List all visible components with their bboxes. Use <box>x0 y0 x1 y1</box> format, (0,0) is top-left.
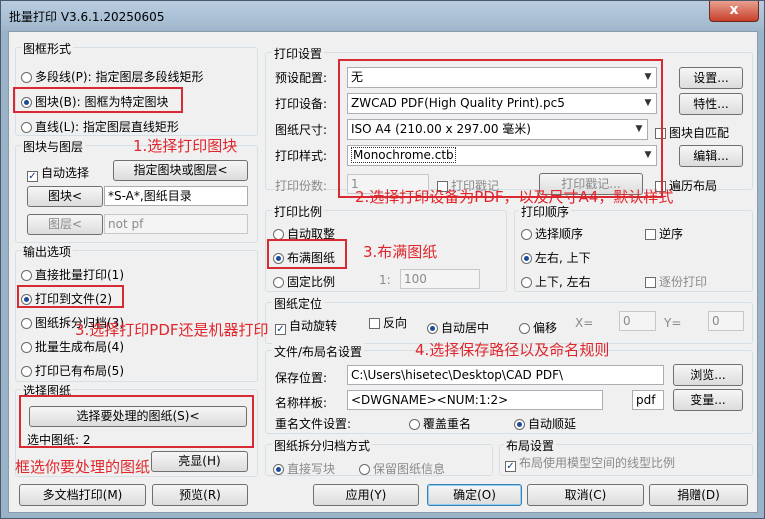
layer-name-input[interactable]: not pf <box>104 214 248 234</box>
annotation-box-print-settings <box>338 59 663 198</box>
block-match-checkbox[interactable]: 图块自匹配 <box>655 124 729 141</box>
reverse-checkbox[interactable]: 逆序 <box>645 225 683 242</box>
annotation-box-print-to-file <box>17 285 124 308</box>
y-offset-input[interactable]: 0 <box>708 311 744 331</box>
frame-line-radio[interactable]: 直线(L): 指定图层直线矩形 <box>21 118 179 135</box>
auto-increment-radio[interactable]: 自动顺延 <box>514 415 576 432</box>
extension-input[interactable]: pdf <box>632 390 664 410</box>
print-settings-title: 打印设置 <box>272 45 325 62</box>
top-bottom-left-right-radio[interactable]: 上下, 左右 <box>521 273 591 290</box>
flip-checkbox[interactable]: 反向 <box>369 314 407 331</box>
specify-block-layer-button[interactable]: 指定图块或图层< <box>113 160 248 181</box>
highlight-button[interactable]: 亮显(H) <box>151 451 248 472</box>
ratio-label: 1: <box>379 273 391 287</box>
annotation-step-1: 1.选择打印图块 <box>133 137 238 155</box>
direct-print-radio[interactable]: 直接批量打印(1) <box>21 266 124 283</box>
split-mode-title: 图纸拆分归档方式 <box>272 437 373 454</box>
y-label: Y= <box>664 316 682 330</box>
fixed-scale-radio[interactable]: 固定比例 <box>273 273 335 290</box>
apply-button[interactable]: 应用(Y) <box>313 484 419 506</box>
preset-label: 预设配置: <box>275 71 328 85</box>
save-location-input[interactable]: C:\Users\hisetec\Desktop\CAD PDF\ <box>347 365 664 385</box>
name-template-input[interactable]: <DWGNAME><NUM:1:2> <box>347 390 603 410</box>
copies-label: 打印份数: <box>275 179 328 193</box>
close-button[interactable]: x <box>709 1 759 22</box>
x-label: X= <box>575 316 594 330</box>
browse-button[interactable]: 浏览... <box>673 364 743 386</box>
layer-pick-button[interactable]: 图层< <box>27 214 103 235</box>
annotation-box-select-sheets <box>19 395 254 448</box>
print-scale-title: 打印比例 <box>272 203 325 220</box>
left-right-top-bottom-radio[interactable]: 左右, 上下 <box>521 249 591 266</box>
annotation-step-5: 框选你要处理的图纸 <box>15 458 151 476</box>
batch-layout-radio[interactable]: 批量生成布局(4) <box>21 338 124 355</box>
one-by-one-checkbox[interactable]: 逐份打印 <box>645 273 707 290</box>
auto-select-checkbox[interactable]: ✓ 自动选择 <box>27 164 89 182</box>
output-options-title: 输出选项 <box>21 243 74 260</box>
block-pick-button[interactable]: 图块< <box>27 186 103 207</box>
annotation-box-block <box>13 87 183 113</box>
donate-button[interactable]: 捐赠(D) <box>649 484 748 506</box>
ok-button[interactable]: 确定(O) <box>427 484 522 506</box>
dialog-client: 图框形式 多段线(P): 指定图层多段线矩形 图块(B): 图框为特定图块 直线… <box>8 31 758 513</box>
name-template-label: 名称样板: <box>275 396 328 410</box>
dialog-window: 批量打印 V3.6.1.20250605 x 图框形式 多段线(P): 指定图层… <box>0 0 765 519</box>
annotation-box-fill <box>267 239 347 269</box>
auto-rotate-checkbox[interactable]: ✓ 自动旋转 <box>275 317 337 335</box>
layout-settings-title: 布局设置 <box>504 437 557 454</box>
variables-button[interactable]: 变量... <box>673 389 743 411</box>
ratio-input[interactable]: 100 <box>400 269 480 289</box>
offset-radio[interactable]: 偏移 <box>519 319 557 336</box>
setup-button[interactable]: 设置... <box>679 67 743 89</box>
annotation-step-4: 4.选择保存路径以及命名规则 <box>415 341 610 359</box>
multi-document-print-button[interactable]: 多文档打印(M) <box>19 484 146 506</box>
rename-label: 重名文件设置: <box>275 417 352 431</box>
keep-info-radio[interactable]: 保留图纸信息 <box>359 460 445 477</box>
select-order-radio[interactable]: 选择顺序 <box>521 225 583 242</box>
style-label: 打印样式: <box>275 149 328 163</box>
save-location-label: 保存位置: <box>275 371 328 385</box>
edit-button[interactable]: 编辑... <box>679 145 743 167</box>
preview-button[interactable]: 预览(R) <box>152 484 248 506</box>
block-name-input[interactable]: *S-A*,图纸目录 <box>104 186 248 206</box>
title-bar: 批量打印 V3.6.1.20250605 x <box>1 1 764 31</box>
cancel-button[interactable]: 取消(C) <box>527 484 644 506</box>
block-layer-title: 图块与图层 <box>21 138 86 155</box>
print-layout-radio[interactable]: 打印已有布局(5) <box>21 362 124 379</box>
positioning-title: 图纸定位 <box>272 295 325 312</box>
frame-form-title: 图框形式 <box>21 40 74 57</box>
window-title: 批量打印 V3.6.1.20250605 <box>9 10 165 24</box>
properties-button[interactable]: 特性... <box>679 93 743 115</box>
file-naming-title: 文件/布局名设置 <box>272 343 365 360</box>
x-offset-input[interactable]: 0 <box>619 311 656 331</box>
annotation-step-3: 3.布满图纸 <box>363 243 438 261</box>
overwrite-radio[interactable]: 覆盖重名 <box>409 415 471 432</box>
frame-polyline-radio[interactable]: 多段线(P): 指定图层多段线矩形 <box>21 68 203 85</box>
auto-center-radio[interactable]: 自动居中 <box>427 319 489 336</box>
direct-write-radio[interactable]: 直接写块 <box>273 460 335 477</box>
annotation-step-3b: 3.选择打印PDF还是机器打印 <box>75 321 269 339</box>
annotation-step-2: 2.选择打印设备为PDF，以及尺寸A4，默认样式 <box>355 188 674 206</box>
device-label: 打印设备: <box>275 97 328 111</box>
size-label: 图纸尺寸: <box>275 123 328 137</box>
model-linetype-checkbox[interactable]: ✓ 布局使用模型空间的线型比例 <box>505 454 675 472</box>
